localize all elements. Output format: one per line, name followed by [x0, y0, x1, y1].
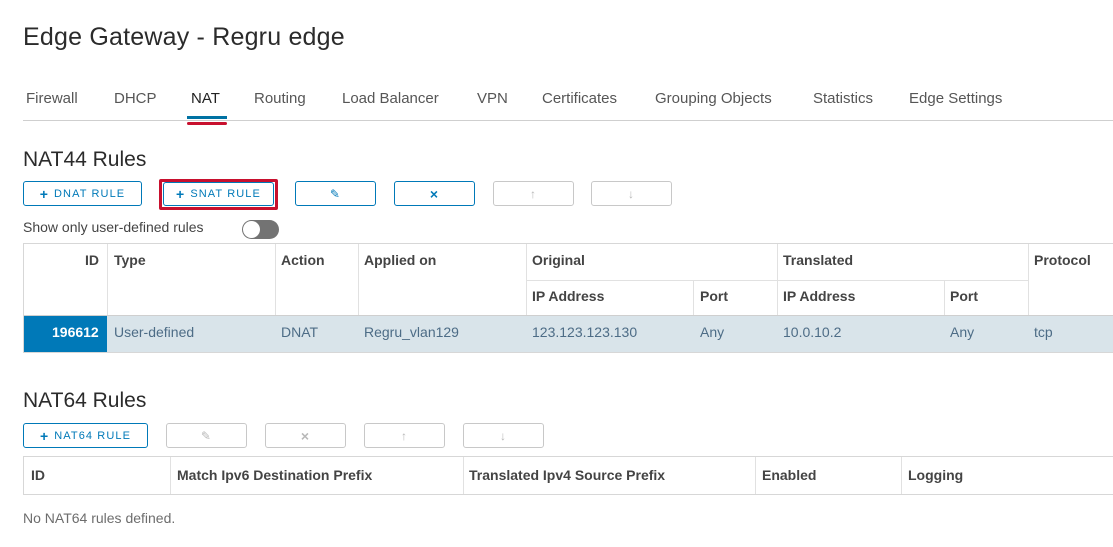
tab-bar: Firewall DHCP NAT Routing Load Balancer … [23, 90, 1113, 121]
nat64-title: NAT64 Rules [23, 389, 147, 412]
row-translated-port: Any [950, 324, 975, 340]
nat64-col-header-id[interactable]: ID [31, 467, 45, 483]
nat64-col-header-logging[interactable]: Logging [908, 467, 963, 483]
row-original-port: Any [700, 324, 725, 340]
edit-icon: ✎ [200, 428, 213, 443]
nat44-title: NAT44 Rules [23, 148, 147, 171]
plus-icon: + [39, 427, 50, 444]
col-header-id[interactable]: ID [85, 252, 99, 268]
nat64-move-down-button[interactable]: ↓ [463, 423, 544, 448]
tab-statistics[interactable]: Statistics [813, 90, 873, 107]
nat64-col-header-translated[interactable]: Translated Ipv4 Source Prefix [469, 467, 665, 483]
table-row[interactable]: 196612 User-defined DNAT Regru_vlan129 1… [24, 316, 1113, 352]
delete-rule-button[interactable]: × [394, 181, 475, 206]
row-original-ip: 123.123.123.130 [532, 324, 638, 340]
tab-edge-settings[interactable]: Edge Settings [909, 90, 1002, 107]
close-icon: × [300, 427, 311, 444]
col-header-type[interactable]: Type [114, 252, 146, 268]
col-header-applied-on[interactable]: Applied on [364, 252, 436, 268]
nat64-edit-button[interactable]: ✎ [166, 423, 247, 448]
row-translated-ip: 10.0.10.2 [783, 324, 842, 340]
arrow-up-icon: ↑ [400, 428, 409, 443]
nat64-col-header-enabled[interactable]: Enabled [762, 467, 816, 483]
tab-nat[interactable]: NAT [191, 90, 220, 107]
tab-certificates[interactable]: Certificates [542, 90, 617, 107]
col-header-original-port[interactable]: Port [700, 288, 728, 304]
col-header-original-ip[interactable]: IP Address [532, 288, 604, 304]
row-type: User-defined [114, 324, 195, 340]
row-protocol: tcp [1034, 324, 1053, 340]
edit-icon: ✎ [329, 186, 342, 201]
row-action: DNAT [281, 324, 319, 340]
tab-load-balancer[interactable]: Load Balancer [342, 90, 439, 107]
nat64-move-up-button[interactable]: ↑ [364, 423, 445, 448]
move-up-button[interactable]: ↑ [493, 181, 574, 206]
active-tab-indicator [187, 116, 227, 119]
nat64-col-header-match[interactable]: Match Ipv6 Destination Prefix [177, 467, 372, 483]
arrow-down-icon: ↓ [499, 428, 508, 443]
tab-routing[interactable]: Routing [254, 90, 306, 107]
nat64-delete-button[interactable]: × [265, 423, 346, 448]
plus-icon: + [39, 185, 50, 202]
user-defined-toggle[interactable] [242, 220, 279, 239]
add-nat64-rule-button[interactable]: + NAT64 RULE [23, 423, 148, 448]
nat44-rules-grid: ID Type Action Applied on Original Trans… [23, 243, 1113, 353]
col-header-action[interactable]: Action [281, 252, 325, 268]
tab-firewall[interactable]: Firewall [26, 90, 78, 107]
nat64-rules-grid: ID Match Ipv6 Destination Prefix Transla… [23, 456, 1113, 495]
tab-vpn[interactable]: VPN [477, 90, 508, 107]
col-header-translated-ip[interactable]: IP Address [783, 288, 855, 304]
nat-tab-highlight [187, 122, 227, 125]
add-dnat-rule-button[interactable]: + DNAT RULE [23, 181, 142, 206]
toggle-knob [243, 221, 260, 238]
nat64-empty-message: No NAT64 rules defined. [23, 510, 176, 526]
user-defined-toggle-label: Show only user-defined rules [23, 219, 204, 235]
add-snat-rule-button[interactable]: + SNAT RULE [163, 182, 274, 206]
close-icon: × [429, 185, 440, 202]
move-down-button[interactable]: ↓ [591, 181, 672, 206]
edit-rule-button[interactable]: ✎ [295, 181, 376, 206]
tab-grouping-objects[interactable]: Grouping Objects [655, 90, 772, 107]
arrow-up-icon: ↑ [529, 186, 538, 201]
col-header-original: Original [532, 252, 585, 268]
page-title: Edge Gateway - Regru edge [23, 23, 345, 51]
plus-icon: + [176, 186, 186, 202]
col-header-translated: Translated [783, 252, 854, 268]
row-applied-on: Regru_vlan129 [364, 324, 459, 340]
row-id: 196612 [52, 324, 99, 340]
col-header-protocol[interactable]: Protocol [1034, 252, 1091, 268]
tab-dhcp[interactable]: DHCP [114, 90, 157, 107]
arrow-down-icon: ↓ [627, 186, 636, 201]
col-header-translated-port[interactable]: Port [950, 288, 978, 304]
